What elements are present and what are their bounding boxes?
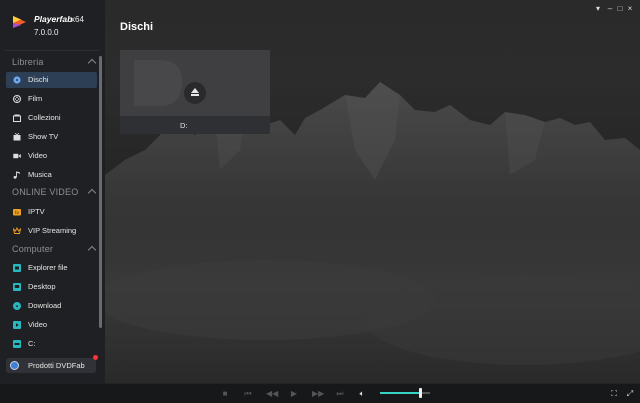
section-computer[interactable]: Computer	[12, 244, 98, 258]
section-label: Computer	[12, 244, 54, 254]
disc-thumbnail[interactable]	[120, 50, 270, 116]
sidebar-item-video-folder[interactable]: Video	[6, 317, 97, 333]
divider	[5, 50, 99, 51]
sidebar-item-label: Show TV	[28, 132, 59, 141]
sidebar-item-label: Download	[28, 301, 62, 310]
skip-forward-icon[interactable]: ⏭	[335, 389, 345, 399]
sidebar-item-label: Desktop	[28, 282, 56, 291]
disc-card[interactable]: D:	[120, 50, 270, 134]
video-folder-icon	[13, 321, 21, 329]
iptv-icon: tv	[13, 209, 21, 216]
window-controls: ▾ – □ ×	[594, 5, 634, 13]
disc-label: D:	[180, 121, 188, 130]
dvdfab-products-button[interactable]: Prodotti DVDFab	[6, 358, 96, 373]
app-name: Playerfab	[34, 14, 73, 24]
sidebar-item-label: C:	[28, 339, 36, 348]
crown-icon	[13, 227, 21, 234]
sidebar-item-label: Musica	[28, 170, 52, 179]
volume-knob[interactable]	[419, 388, 422, 398]
section-online-video[interactable]: ONLINE VIDEO	[12, 187, 98, 201]
sidebar-item-drive-c[interactable]: C:	[6, 336, 97, 352]
sidebar-scrollbar[interactable]	[99, 56, 102, 328]
eject-icon	[191, 88, 199, 93]
sidebar-item-label: Video	[28, 151, 48, 160]
section-libreria[interactable]: Libreria	[12, 57, 98, 71]
skip-back-icon[interactable]: ⏮	[243, 389, 253, 399]
collection-icon	[13, 114, 21, 122]
svg-text:tv: tv	[15, 210, 20, 215]
minimize-icon[interactable]: –	[606, 5, 614, 13]
sidebar-item-film[interactable]: Film	[6, 91, 97, 107]
close-icon[interactable]: ×	[626, 5, 634, 13]
tv-icon	[13, 133, 21, 141]
eject-icon-bar	[191, 94, 199, 96]
video-camera-icon	[13, 153, 21, 159]
disc-icon	[13, 76, 21, 84]
volume-fill	[380, 392, 420, 394]
sidebar-item-label: VIP Streaming	[28, 226, 77, 235]
sidebar-item-show-tv[interactable]: Show TV	[6, 129, 97, 145]
player-bar: ■ ⏮ ◀◀ ▶ ▶▶ ⏭ 🔈︎ ⛶ ⤢	[0, 383, 640, 403]
chevron-up-icon	[87, 188, 97, 198]
music-note-icon	[13, 171, 20, 179]
fullscreen-icon[interactable]: ⛶	[609, 389, 619, 399]
section-label: ONLINE VIDEO	[12, 187, 79, 197]
maximize-icon[interactable]: □	[616, 5, 624, 13]
app-version: 7.0.0.0	[34, 28, 59, 37]
chevron-up-icon	[87, 245, 97, 255]
dvdfab-icon	[10, 361, 19, 370]
sidebar: Playerfab x64 7.0.0.0 Libreria Dischi Fi…	[0, 0, 105, 383]
playerfab-logo-icon	[13, 16, 26, 28]
eject-button[interactable]	[184, 82, 206, 104]
sidebar-item-desktop[interactable]: Desktop	[6, 279, 97, 295]
menu-icon[interactable]: ▾	[594, 5, 602, 13]
sidebar-item-label: Dischi	[28, 75, 49, 84]
sidebar-item-collezioni[interactable]: Collezioni	[6, 110, 97, 126]
chevron-up-icon	[87, 58, 97, 68]
app-arch: x64	[71, 15, 84, 24]
page-title: Dischi	[120, 21, 154, 33]
desktop-icon	[13, 283, 21, 291]
fast-forward-icon[interactable]: ▶▶	[312, 389, 324, 399]
sidebar-item-musica[interactable]: Musica	[6, 167, 97, 183]
sidebar-item-label: Video	[28, 320, 48, 329]
sidebar-item-label: Explorer file	[28, 263, 68, 272]
stop-icon[interactable]: ■	[220, 389, 230, 399]
file-explorer-icon	[13, 264, 21, 272]
sidebar-item-video[interactable]: Video	[6, 148, 97, 164]
section-label: Libreria	[12, 57, 44, 67]
disc-placeholder-icon	[134, 60, 182, 106]
download-icon	[13, 302, 21, 310]
sidebar-item-download[interactable]: Download	[6, 298, 97, 314]
disc-caption: D:	[120, 116, 270, 134]
play-icon[interactable]: ▶	[289, 389, 299, 399]
drive-icon	[13, 340, 21, 348]
dvdfab-products-label: Prodotti DVDFab	[28, 361, 85, 370]
sidebar-item-explorer-file[interactable]: Explorer file	[6, 260, 97, 276]
sidebar-item-dischi[interactable]: Dischi	[6, 72, 97, 88]
main-content: Dischi ▾ – □ × D:	[105, 0, 640, 383]
notification-dot	[93, 355, 98, 360]
expand-icon[interactable]: ⤢	[625, 389, 635, 399]
volume-icon[interactable]: 🔈︎	[357, 389, 367, 399]
volume-slider[interactable]	[380, 388, 430, 398]
sidebar-item-label: Film	[28, 94, 43, 103]
sidebar-item-label: IPTV	[28, 207, 45, 216]
film-reel-icon	[13, 95, 21, 103]
sidebar-item-vip-streaming[interactable]: VIP Streaming	[6, 223, 97, 239]
sidebar-item-iptv[interactable]: tv IPTV	[6, 204, 97, 220]
sidebar-item-label: Collezioni	[28, 113, 61, 122]
rewind-icon[interactable]: ◀◀	[266, 389, 278, 399]
